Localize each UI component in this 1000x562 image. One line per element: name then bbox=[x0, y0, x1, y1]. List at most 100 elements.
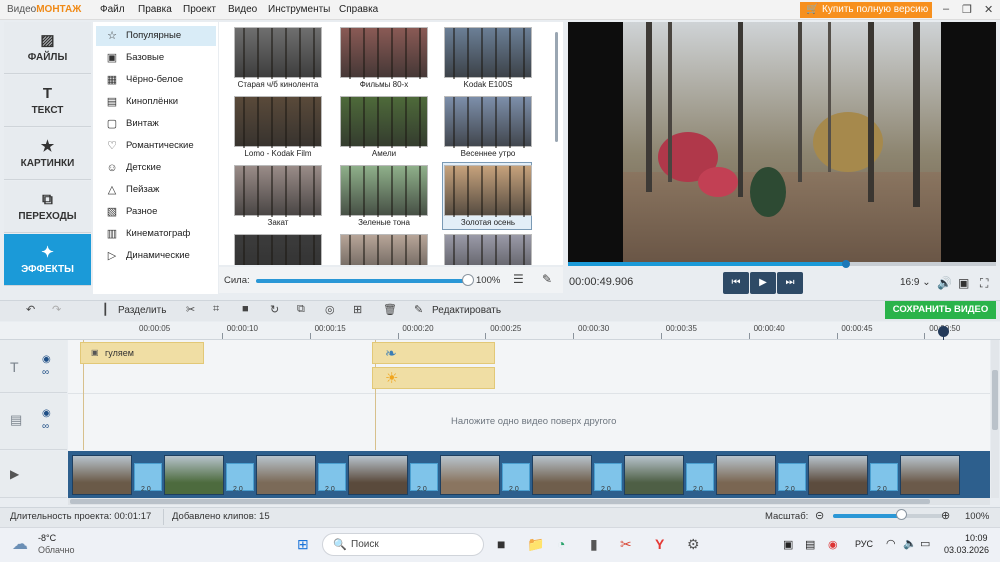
video-preview[interactable] bbox=[568, 22, 996, 262]
visibility-eye-icon[interactable]: ◉ bbox=[42, 408, 51, 419]
antivirus-icon[interactable]: ◉ bbox=[828, 538, 838, 551]
timeline-hscroll-thumb[interactable] bbox=[70, 499, 930, 504]
delete-icon[interactable]: 🗑 bbox=[383, 303, 397, 316]
link-icon[interactable]: ∞ bbox=[42, 367, 49, 378]
category-item[interactable]: ▥ Кинематограф bbox=[96, 224, 216, 244]
taskbar-search[interactable]: 🔍 Поиск bbox=[322, 533, 484, 556]
filter-thumbnail[interactable] bbox=[234, 165, 322, 217]
battery-icon[interactable]: ▭ bbox=[920, 537, 930, 550]
language-indicator[interactable]: РУС bbox=[855, 539, 873, 549]
split-icon[interactable]: ┃ bbox=[102, 303, 109, 316]
nav-transitions-button[interactable]: ⧉ ПЕРЕХОДЫ bbox=[4, 181, 91, 233]
category-item[interactable]: ☆ Популярные bbox=[96, 26, 216, 46]
close-icon[interactable]: ✕ bbox=[984, 3, 993, 16]
video-clip[interactable] bbox=[164, 455, 224, 495]
duplicate-icon[interactable]: ⧉ bbox=[297, 303, 305, 316]
category-item[interactable]: ♡ Романтические bbox=[96, 136, 216, 156]
video-clip[interactable] bbox=[532, 455, 592, 495]
category-item[interactable]: ▷ Динамические bbox=[96, 246, 216, 266]
file-explorer-icon[interactable]: 📁 bbox=[527, 536, 544, 553]
buy-full-version-button[interactable]: 🛒 Купить полную версию bbox=[800, 2, 932, 18]
strength-slider-knob[interactable] bbox=[462, 274, 474, 286]
playhead-handle[interactable] bbox=[938, 326, 949, 337]
save-video-button[interactable]: СОХРАНИТЬ ВИДЕО bbox=[885, 301, 996, 319]
category-item[interactable]: ▣ Базовые bbox=[96, 48, 216, 68]
minimize-icon[interactable]: – bbox=[943, 3, 949, 15]
menu-video[interactable]: Видео bbox=[228, 4, 257, 15]
video-clip[interactable] bbox=[808, 455, 868, 495]
filter-thumbnail[interactable] bbox=[340, 165, 428, 217]
speaker-icon[interactable]: 🔈 bbox=[903, 537, 917, 550]
filter-thumbnail[interactable] bbox=[234, 27, 322, 79]
nav-effects-button[interactable]: ✦ ЭФФЕКТЫ bbox=[4, 234, 91, 286]
video-clip[interactable] bbox=[900, 455, 960, 495]
wifi-icon[interactable]: ◠ bbox=[886, 537, 896, 550]
system-tray-icon[interactable]: ▣ bbox=[783, 538, 793, 551]
frame-icon[interactable]: ■ bbox=[242, 303, 249, 315]
adjust-icon[interactable]: ☰ bbox=[513, 272, 524, 286]
category-item[interactable]: ☺ Детские bbox=[96, 158, 216, 178]
menu-help[interactable]: Справка bbox=[339, 4, 378, 15]
playback-progress-knob[interactable] bbox=[842, 260, 851, 268]
sticker-clip-sun[interactable]: ☀ bbox=[372, 367, 495, 389]
category-item[interactable]: ▢ Винтаж bbox=[96, 114, 216, 134]
timeline-vscroll-thumb[interactable] bbox=[992, 370, 998, 430]
sticker-clip-butterfly[interactable]: ❧ bbox=[372, 342, 495, 364]
filter-thumbnail[interactable] bbox=[444, 234, 532, 265]
fullscreen-icon[interactable]: ⛶ bbox=[980, 276, 988, 291]
network-icon[interactable]: ▤ bbox=[805, 538, 815, 551]
play-button[interactable]: ▶ bbox=[750, 272, 776, 294]
brush-icon[interactable]: ✎ bbox=[542, 272, 552, 286]
windows-start-icon[interactable]: ⊞ bbox=[297, 536, 309, 553]
edit-button[interactable]: Редактировать bbox=[432, 305, 501, 316]
video-clip[interactable] bbox=[72, 455, 132, 495]
zoom-out-icon[interactable]: ⊝ bbox=[815, 509, 824, 522]
scissors-icon[interactable]: ✂ bbox=[186, 303, 195, 316]
category-item[interactable]: ▦ Чёрно-белое bbox=[96, 70, 216, 90]
category-item[interactable]: ▧ Разное bbox=[96, 202, 216, 222]
rotate-icon[interactable]: ↻ bbox=[270, 303, 279, 316]
filter-thumbnail[interactable] bbox=[340, 234, 428, 265]
split-button[interactable]: Разделить bbox=[118, 305, 166, 316]
filter-thumbnail[interactable] bbox=[340, 27, 428, 79]
menu-file[interactable]: Файл bbox=[100, 4, 125, 15]
filter-thumbnail[interactable] bbox=[340, 96, 428, 148]
videomontazh-taskbar-icon[interactable]: ✂ bbox=[620, 536, 632, 553]
redo-icon[interactable]: ↷ bbox=[52, 303, 61, 316]
video-clip[interactable] bbox=[348, 455, 408, 495]
video-clip[interactable] bbox=[716, 455, 776, 495]
video-clip[interactable] bbox=[256, 455, 316, 495]
link-icon[interactable]: ∞ bbox=[42, 421, 49, 432]
settings-gear-icon[interactable]: ⚙ bbox=[687, 536, 700, 553]
nav-pictures-button[interactable]: ★ КАРТИНКИ bbox=[4, 128, 91, 180]
video-clip[interactable] bbox=[624, 455, 684, 495]
maximize-icon[interactable]: ❐ bbox=[962, 3, 972, 16]
filter-thumbnail[interactable] bbox=[234, 234, 322, 265]
category-item[interactable]: △ Пейзаж bbox=[96, 180, 216, 200]
task-view-icon[interactable]: ■ bbox=[497, 536, 505, 552]
snapshot-icon[interactable]: ▣ bbox=[958, 276, 969, 290]
aspect-ratio-select[interactable]: 16:9 ⌄ bbox=[900, 277, 931, 288]
edit-icon[interactable]: ✎ bbox=[414, 303, 423, 316]
nav-files-button[interactable]: ▨ ФАЙЛЫ bbox=[4, 22, 91, 74]
filter-thumbnail[interactable] bbox=[234, 96, 322, 148]
app-icon[interactable]: ▮ bbox=[590, 536, 598, 553]
menu-tools[interactable]: Инструменты bbox=[268, 4, 330, 15]
menu-project[interactable]: Проект bbox=[183, 4, 216, 15]
previous-frame-button[interactable]: ⏮ bbox=[723, 272, 749, 294]
zoom-in-icon[interactable]: ⊕ bbox=[941, 509, 950, 522]
filter-thumbnail[interactable] bbox=[444, 165, 532, 217]
menu-edit[interactable]: Правка bbox=[138, 4, 172, 15]
nav-text-button[interactable]: T ТЕКСТ bbox=[4, 75, 91, 127]
volume-icon[interactable]: 🔊 bbox=[937, 276, 952, 290]
undo-icon[interactable]: ↶ bbox=[26, 303, 35, 316]
crop-icon[interactable]: ⌗ bbox=[213, 303, 219, 316]
yandex-browser-icon[interactable]: Y bbox=[655, 536, 664, 552]
filter-thumbnail[interactable] bbox=[444, 96, 532, 148]
visibility-eye-icon[interactable]: ◉ bbox=[42, 354, 51, 365]
filter-scrollbar[interactable] bbox=[555, 32, 558, 142]
category-item[interactable]: ▤ Киноплёнки bbox=[96, 92, 216, 112]
video-clip[interactable] bbox=[440, 455, 500, 495]
edge-browser-icon[interactable]: ◔ bbox=[557, 536, 565, 552]
add-clip-icon[interactable]: ⊞ bbox=[353, 303, 362, 316]
